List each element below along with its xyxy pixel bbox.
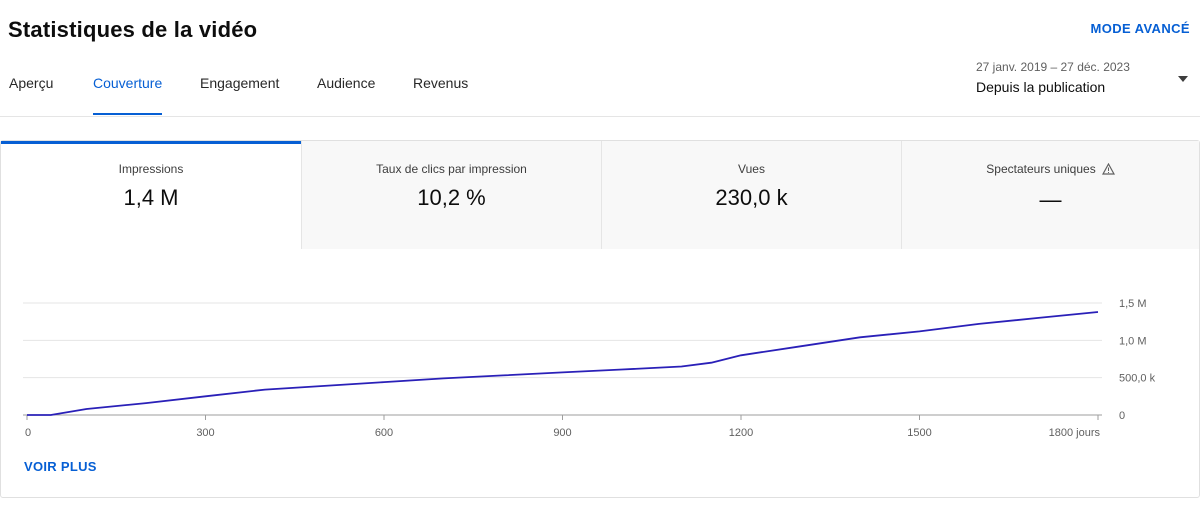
x-tick-label: 1500	[907, 427, 931, 439]
y-tick-label: 1,0 M	[1119, 335, 1147, 347]
tab-engagement[interactable]: Engagement	[200, 75, 279, 115]
y-tick-label: 0	[1119, 410, 1125, 422]
tab-couverture[interactable]: Couverture	[93, 75, 163, 115]
x-tick-label: 300	[196, 427, 214, 439]
advanced-mode-link[interactable]: MODE AVANCÉ	[1091, 21, 1191, 36]
date-range-selector[interactable]: 27 janv. 2019 – 27 déc. 2023 Depuis la p…	[976, 60, 1192, 95]
impressions-line-chart: 0 500,0 k 1,0 M 1,5 M 0 300 600 900 1200 1500 1800…	[23, 298, 1156, 439]
x-tick-label: 900	[553, 427, 571, 439]
see-more-link[interactable]: VOIR PLUS	[24, 459, 97, 474]
caret-down-icon[interactable]	[1178, 76, 1188, 82]
analytics-card: Impressions 1,4 M Taux de clics par impr…	[0, 140, 1200, 498]
tab-apercu[interactable]: Aperçu	[9, 75, 53, 115]
page-title: Statistiques de la vidéo	[8, 17, 258, 42]
date-range-label: Depuis la publication	[976, 79, 1106, 95]
y-tick-label: 1,5 M	[1119, 298, 1147, 310]
impressions-series-line	[27, 311, 1099, 416]
y-tick-label: 500,0 k	[1119, 373, 1156, 385]
x-tick-label: 0	[25, 427, 31, 439]
tab-audience[interactable]: Audience	[317, 75, 375, 115]
tab-revenus[interactable]: Revenus	[413, 75, 468, 115]
header-divider	[0, 116, 1200, 117]
date-range-text: 27 janv. 2019 – 27 déc. 2023	[976, 60, 1130, 74]
x-tick-label: 600	[375, 427, 393, 439]
x-tick-label: 1800 jours	[1049, 427, 1101, 439]
x-tick-label: 1200	[729, 427, 753, 439]
